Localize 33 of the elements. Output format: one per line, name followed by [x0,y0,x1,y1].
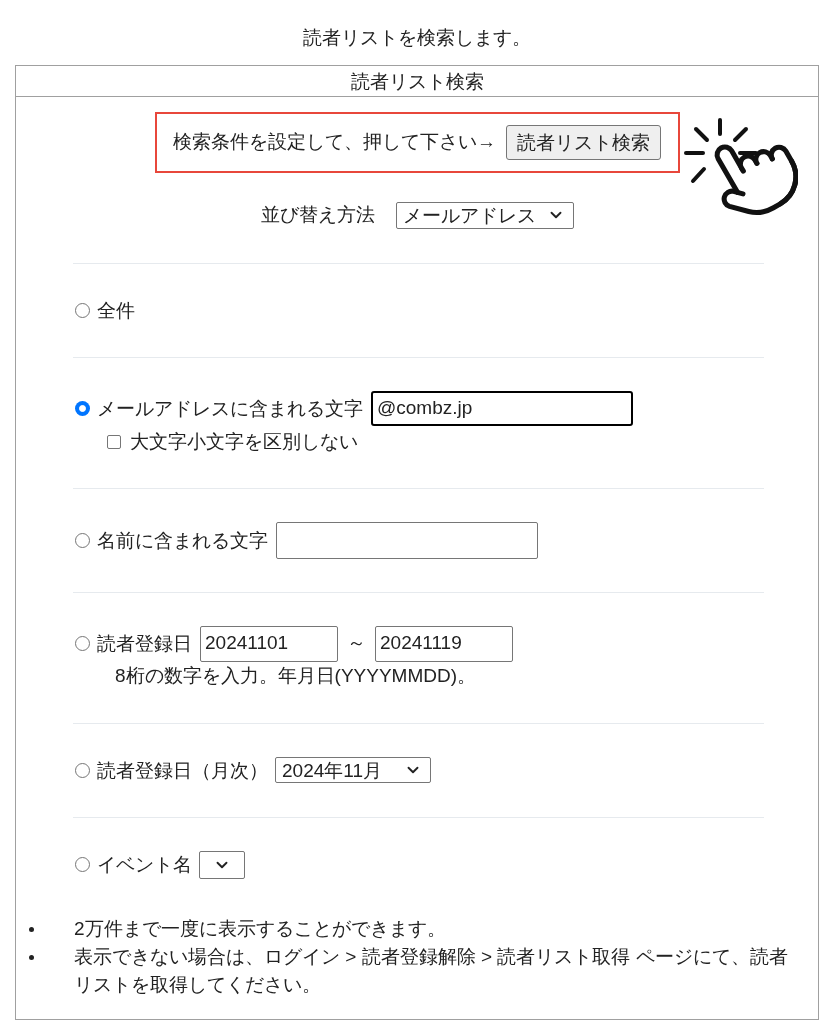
radio-button[interactable] [75,857,90,872]
radio-button[interactable] [75,636,90,651]
condition-label: イベント名 [97,853,192,877]
checkbox-label: 大文字小文字を区別しない [130,429,358,454]
panel-title: 読者リスト検索 [16,66,818,97]
input-hint: 8桁の数字を入力。年月日(YYYYMMDD)。 [115,663,476,688]
note-text: 2万件まで一度に表示することができます。 [74,916,447,941]
bullet-icon [29,954,34,960]
radio-button[interactable] [75,532,90,548]
range-separator: ～ [346,631,367,656]
tap-gesture-icon [684,118,798,218]
condition-label: メールアドレスに含まれる文字 [97,396,363,421]
condition-label: 読者登録日 [97,632,192,656]
radio-button[interactable] [75,302,90,318]
page-heading: 読者リストを検索します。 [303,26,531,50]
text-field[interactable] [276,521,538,559]
note-text: 表示できない場合は、ログイン > 読者登録解除 > 読者リスト取得 ページにて、読者リストを取得してください。 [74,944,789,997]
date-to-field[interactable]: 20241119 [375,625,513,662]
search-button[interactable]: 読者リスト検索 [506,125,661,160]
date-from-field[interactable]: 20241101 [200,625,338,662]
checkbox[interactable] [107,434,121,449]
prompt-text: 検索条件を設定して、押して下さい→ [173,130,496,155]
dropdown-select[interactable]: 2024年11月 [275,757,431,783]
condition-label: 全件 [97,298,135,323]
sort-select[interactable]: メールアドレス [395,201,574,229]
text-field[interactable]: @combz.jp [371,390,633,426]
dropdown-select[interactable] [199,850,245,879]
condition-label: 読者登録日（月次） [97,758,268,783]
condition-label: 名前に含まれる文字 [97,528,268,553]
sort-label: 並び替え方法 [260,203,375,227]
bullet-icon [29,926,34,932]
radio-button[interactable] [75,762,90,778]
radio-button[interactable] [75,400,90,416]
